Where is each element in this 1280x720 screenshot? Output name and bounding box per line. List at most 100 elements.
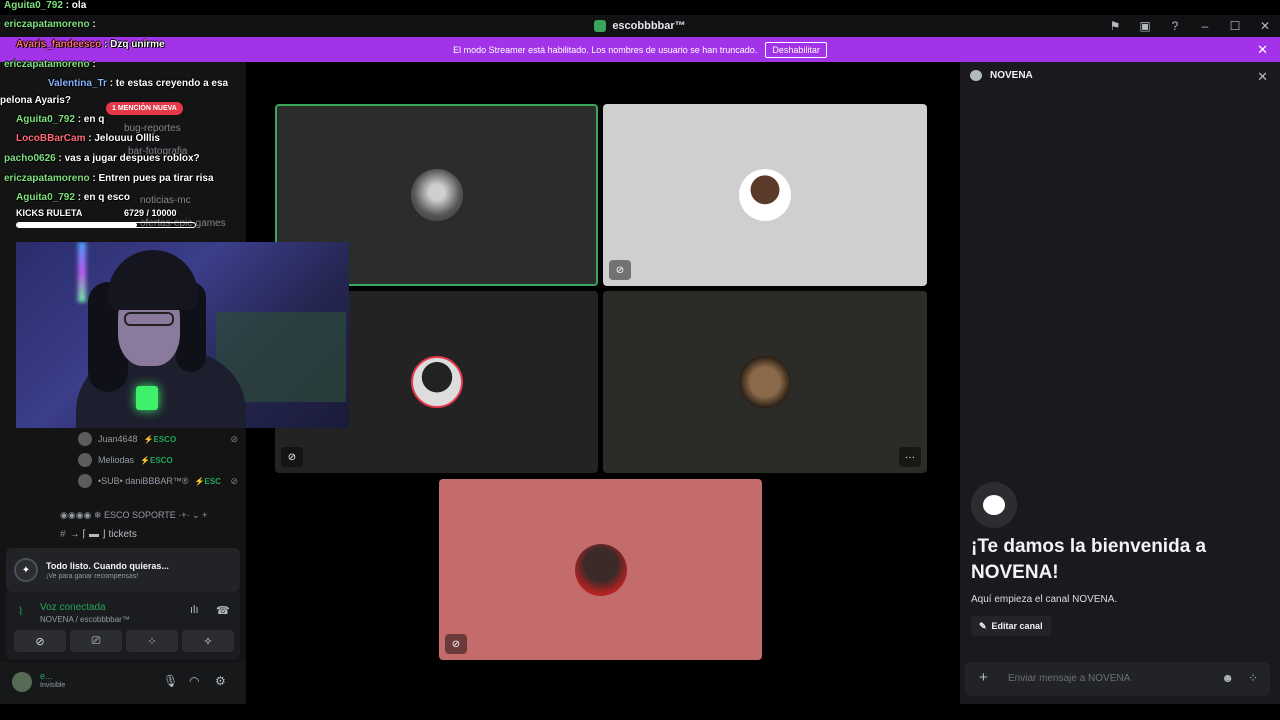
minimize-icon[interactable]: – [1190,19,1220,33]
camera-off-button[interactable]: ⊘ [14,630,66,652]
banner-text: El modo Streamer está habilitado. Los no… [453,44,758,55]
edit-channel-button[interactable]: ✎ Editar canal [971,616,1051,636]
kicks-label: KICKS RULETA [16,208,83,218]
emoji-icon[interactable]: ☻ [1221,671,1234,685]
avatar [78,453,92,467]
activities-button[interactable]: ⁘ [126,630,178,652]
muted-icon: ⊘ [445,634,467,654]
member-tag: ⚡ESCO [143,434,177,444]
chat-message: ericzapatamoreno : [4,59,96,70]
flag-icon[interactable]: ⚑ [1100,19,1130,33]
category-esco-soporte[interactable]: ◉◉◉◉ ❄ ESCO SOPORTE ·+· ⌄ + [60,510,207,521]
inbox-icon[interactable]: ▣ [1130,19,1160,33]
user-status: Invisible [40,682,66,689]
quest-icon: ✦ [14,558,38,582]
chat-message: pelona Ayaris? [0,95,71,106]
participant-avatar [739,169,791,221]
voice-channel[interactable]: NOVENA / escobbbbar™ [40,615,130,624]
voice-status[interactable]: Voz conectada [40,602,106,613]
participant-avatar [739,356,791,408]
participant-tile[interactable]: ⊘ [439,479,762,660]
muted-icon: ⊘ [230,433,238,444]
category-name: ◉◉◉◉ ❄ ESCO SOPORTE ·+· ⌄ + [60,510,208,520]
welcome-heading: ¡Te damos la bienvenida a NOVENA! [971,536,1207,583]
user-name: e... [40,671,53,681]
chat-bubble-icon [970,70,982,81]
voice-member[interactable]: Meliodas ⚡ESCO [78,453,238,467]
stream-chat-overlay: Aguita0_792 : ola ericzapatamoreno : Ava… [0,0,250,240]
chat-message: ericzapatamoreno : [4,19,96,30]
maximize-icon[interactable]: ☐ [1220,19,1250,33]
voice-member[interactable]: Juan4648 ⚡ESCO ⊘ [78,432,238,446]
apps-icon[interactable]: ⁘ [1248,671,1258,685]
voice-actions: ⊘ ⎚ ⁘ ✧ [14,630,234,652]
chat-message: Avaris_fandeesco : Dzq unirme [16,39,165,50]
disable-streamer-button[interactable]: Deshabilitar [765,41,827,58]
channel-welcome-icon [971,482,1017,528]
user-panel: e... Invisible 🎙 ◠ ⚙ [0,662,246,704]
banner-close-icon[interactable]: ✕ [1257,42,1268,58]
window-title-text: escobbbbar™ [612,20,686,32]
chat-message: Aguita0_792 : en q esco [16,192,130,203]
window-title: escobbbbar™ [594,20,686,32]
muted-icon: ⊘ [281,447,303,467]
muted-icon: ⊘ [609,260,631,280]
server-icon [594,20,607,32]
chat-message: LocoBBarCam : Jelouuu Olllis [16,133,160,144]
member-name: Juan4648 [98,434,138,444]
channel-start-text: Aquí empieza el canal NOVENA. [971,594,1118,605]
pencil-icon: ✎ [979,620,987,631]
voice-connection-panel: ⌇ Voz conectada NOVENA / escobbbbar™ ılı… [6,592,240,660]
member-tag: ⚡ESC [194,476,221,486]
chat-header: NOVENA [970,70,1033,81]
close-window-icon[interactable]: ✕ [1250,19,1280,33]
app-root: escobbbbar™ ⚑ ▣ ? – ☐ ✕ El modo Streamer… [0,0,1280,720]
member-name: Meliodas [98,455,135,465]
noise-suppression-icon[interactable]: ılı [190,604,199,616]
voice-member[interactable]: •SUB• daniBBBAR™® ⚡ESC ⊘ [78,474,238,488]
avatar[interactable] [12,672,32,692]
channel-title: NOVENA [990,70,1033,81]
hash-icon: # [60,529,66,540]
message-input[interactable]: Enviar mensaje a NOVENA [1008,673,1130,684]
channel-tickets[interactable]: # → ⌈ ▬ ⌋ tickets [60,529,137,540]
screen-share-button[interactable]: ⎚ [70,630,122,652]
channel-name: → ⌈ ▬ ⌋ tickets [69,529,137,540]
chat-message: Valentina_Tr : te estas creyendo a esa [48,78,229,89]
participant-avatar [574,543,627,596]
text-chat-panel: NOVENA ✕ ¡Te damos la bienvenida a NOVEN… [960,62,1280,704]
window-controls: ⚑ ▣ ? – ☐ ✕ [1100,15,1280,37]
message-composer[interactable]: + Enviar mensaje a NOVENA ☻ ⁘ [965,662,1270,696]
kicks-progress-bar [16,222,196,228]
chat-message: pacho0626 : vas a jugar despues roblox? [4,153,200,164]
signal-icon: ⌇ [18,606,24,618]
microphone-icon [136,386,158,410]
participant-avatar [410,169,463,221]
muted-icon: ⊘ [230,475,238,486]
help-icon[interactable]: ? [1160,19,1190,33]
member-tag: ⚡ESCO [140,455,173,465]
quest-notice[interactable]: ✦ Todo listo. Cuando quieras... ¡Ve para… [6,548,240,592]
more-options-icon[interactable]: ··· [899,447,921,467]
kicks-roulette: KICKS RULETA 6729 / 10000 [16,208,196,228]
participant-tile[interactable]: ⊘ [603,104,927,286]
chat-message: Aguita0_792 : en q [16,114,105,125]
soundboard-button[interactable]: ✧ [182,630,234,652]
participant-avatar [410,356,463,408]
chat-message: ericzapatamoreno : Entren pues pa tirar … [4,173,214,184]
notice-subtitle: ¡Ve para ganar recompensas! [46,572,139,580]
microphone-icon[interactable]: 🎙 [163,674,178,688]
settings-icon[interactable]: ⚙ [215,674,226,688]
close-chat-icon[interactable]: ✕ [1257,69,1268,85]
participant-tile[interactable]: ··· [603,291,927,473]
avatar [78,432,92,446]
kicks-counter: 6729 / 10000 [124,208,177,218]
notice-title: Todo listo. Cuando quieras... [46,560,169,571]
disconnect-icon[interactable]: ☎ [216,604,230,617]
add-attachment-icon[interactable]: + [979,669,988,686]
edit-channel-label: Editar canal [991,621,1043,631]
voice-stage: ⊘ ⊘ ··· ⊘ [246,62,954,704]
avatar [78,474,92,488]
headphones-icon[interactable]: ◠ [189,674,199,688]
member-name: •SUB• daniBBBAR™® [98,476,189,486]
